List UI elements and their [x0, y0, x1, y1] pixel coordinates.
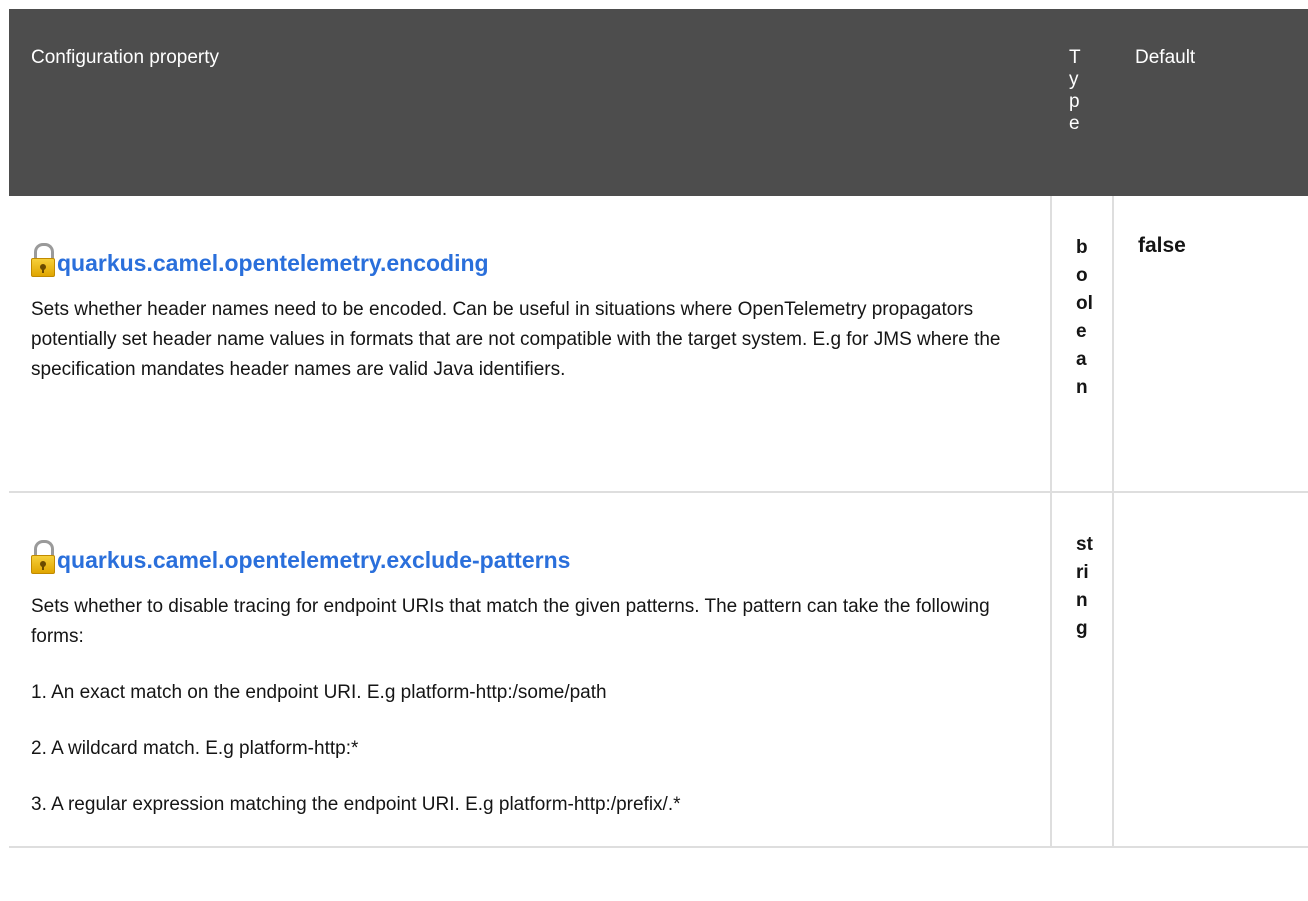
column-header-type: Type [1051, 9, 1113, 196]
type-cell: string [1051, 492, 1114, 848]
description-paragraph: 1. An exact match on the endpoint URI. E… [31, 682, 607, 703]
property-description: Sets whether to disable tracing for endp… [31, 592, 1020, 820]
property-cell: quarkus.camel.opentelemetry.exclude-patt… [9, 492, 1052, 848]
property-link-encoding[interactable]: quarkus.camel.opentelemetry.encoding [57, 249, 489, 277]
property-link-exclude-patterns[interactable]: quarkus.camel.opentelemetry.exclude-patt… [57, 546, 570, 574]
column-header-property: Configuration property [9, 9, 1051, 196]
table-row: quarkus.camel.opentelemetry.encoding Set… [9, 196, 1308, 493]
property-cell: quarkus.camel.opentelemetry.encoding Set… [9, 196, 1052, 493]
type-value: string [1076, 534, 1093, 639]
description-paragraph: 3. A regular expression matching the end… [31, 794, 681, 815]
default-value [1114, 493, 1308, 529]
property-title: quarkus.camel.opentelemetry.encoding [31, 227, 1020, 277]
page: Configuration property Type Default quar… [0, 0, 1308, 901]
table-header: Configuration property Type Default [9, 9, 1308, 196]
type-value: boolean [1076, 237, 1093, 398]
type-cell: boolean [1051, 196, 1114, 493]
column-header-default: Default [1113, 9, 1308, 196]
property-title: quarkus.camel.opentelemetry.exclude-patt… [31, 524, 1020, 574]
config-properties-table: Configuration property Type Default quar… [9, 9, 1308, 848]
default-cell [1113, 492, 1308, 848]
description-paragraph: Sets whether to disable tracing for endp… [31, 596, 990, 647]
default-value: false [1138, 234, 1186, 257]
description-paragraph: Sets whether header names need to be enc… [31, 299, 1001, 380]
lock-icon [31, 243, 55, 277]
table-row: quarkus.camel.opentelemetry.exclude-patt… [9, 492, 1308, 848]
property-description: Sets whether header names need to be enc… [31, 295, 1020, 385]
default-cell: false [1113, 196, 1308, 493]
description-paragraph: 2. A wildcard match. E.g platform-http:* [31, 738, 359, 759]
lock-icon [31, 540, 55, 574]
